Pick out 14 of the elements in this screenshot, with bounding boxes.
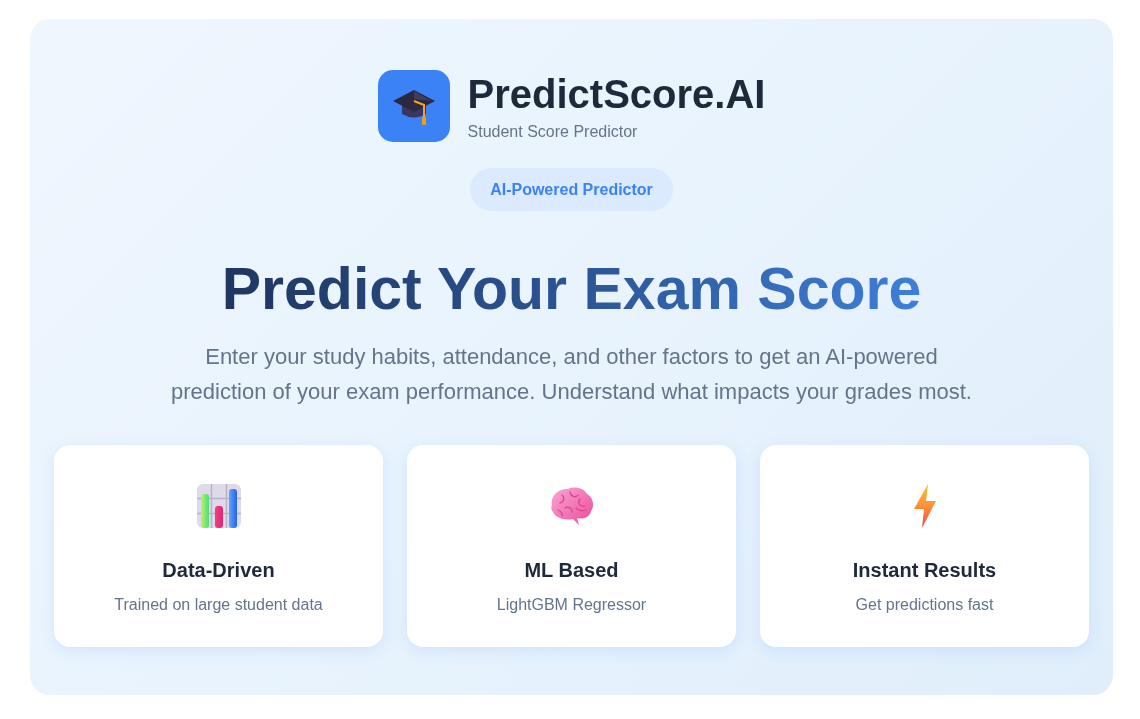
app-title: PredictScore.AI xyxy=(467,70,766,117)
feature-description: Get predictions fast xyxy=(855,595,994,615)
app-subtitle: Student Score Predictor xyxy=(467,121,639,142)
feature-title: Instant Results xyxy=(852,558,997,583)
feature-title: Data-Driven xyxy=(162,558,275,583)
lightning-bolt-icon xyxy=(912,484,937,528)
feature-description: LightGBM Regressor xyxy=(496,595,647,615)
brain-icon xyxy=(549,486,594,526)
tagline-badge: AI-Powered Predictor xyxy=(470,168,673,211)
bar-chart-icon xyxy=(196,484,241,528)
graduation-cap-icon xyxy=(377,70,450,142)
intro-paragraph: Enter your study habits, attendance, and other factors to get an AI-powered prediction of your exam performance. Understand what impacts your grades most. xyxy=(170,343,973,406)
feature-description: Trained on large student data xyxy=(114,595,323,615)
feature-title: ML Based xyxy=(524,558,619,583)
